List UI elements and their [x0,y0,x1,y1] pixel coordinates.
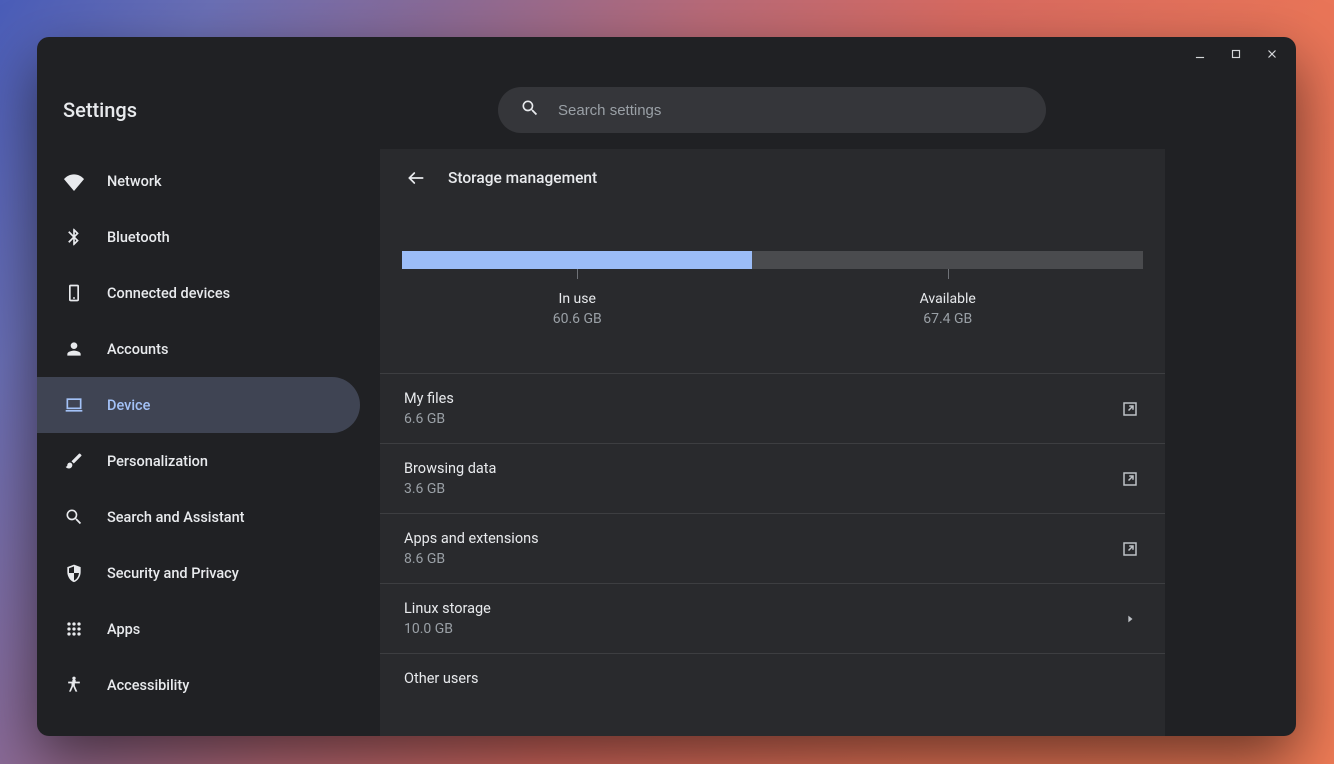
wifi-icon [63,170,85,192]
sidebar-item-label: Network [107,173,162,190]
laptop-icon [63,394,85,416]
stat-label: In use [402,291,752,307]
open-external-icon [1119,538,1141,560]
window-titlebar [37,37,1296,71]
app-header: Settings [37,71,1296,149]
open-external-icon [1119,468,1141,490]
storage-bar-axis [402,269,1143,291]
row-title: Linux storage [404,600,1119,617]
sidebar-item-accounts[interactable]: Accounts [37,321,360,377]
app-title: Settings [63,98,498,122]
settings-window: Settings Network Bluetooth Connected dev… [37,37,1296,736]
sidebar-item-label: Connected devices [107,285,230,302]
shield-icon [63,562,85,584]
stat-value: 60.6 GB [402,311,752,327]
sidebar-item-bluetooth[interactable]: Bluetooth [37,209,360,265]
page-title: Storage management [448,169,597,187]
chevron-right-icon [1119,608,1141,630]
row-value: 10.0 GB [404,621,1119,637]
row-other-users[interactable]: Other users [380,654,1165,707]
row-title: Apps and extensions [404,530,1119,547]
sidebar: Network Bluetooth Connected devices Acco… [37,149,380,736]
row-title: Other users [404,670,1141,687]
storage-bar [402,251,1143,269]
person-icon [63,338,85,360]
sidebar-item-label: Bluetooth [107,229,170,246]
row-value: 6.6 GB [404,411,1119,427]
bar-tick-available [948,269,949,279]
search-icon [520,98,540,122]
storage-summary: In use 60.6 GB Available 67.4 GB [380,207,1165,373]
sidebar-item-device[interactable]: Device [37,377,360,433]
phone-icon [63,282,85,304]
sidebar-item-label: Accessibility [107,677,189,694]
window-maximize-button[interactable] [1222,40,1250,68]
app-body: Network Bluetooth Connected devices Acco… [37,149,1296,736]
stat-value: 67.4 GB [752,311,1143,327]
row-browsing-data[interactable]: Browsing data 3.6 GB [380,444,1165,514]
search-input[interactable] [558,102,1024,119]
storage-categories: My files 6.6 GB Browsing data 3.6 GB [380,373,1165,707]
accessibility-icon [63,674,85,696]
row-value: 8.6 GB [404,551,1119,567]
row-title: My files [404,390,1119,407]
sidebar-item-label: Search and Assistant [107,509,245,526]
sidebar-item-personalization[interactable]: Personalization [37,433,360,489]
row-apps-extensions[interactable]: Apps and extensions 8.6 GB [380,514,1165,584]
bluetooth-icon [63,226,85,248]
sidebar-item-label: Apps [107,621,140,638]
sidebar-item-label: Device [107,397,150,414]
sidebar-item-apps[interactable]: Apps [37,601,360,657]
main-area: Storage management In use 60.6 GB [380,149,1296,736]
search-icon [63,506,85,528]
bar-tick-used [577,269,578,279]
sidebar-item-connected-devices[interactable]: Connected devices [37,265,360,321]
window-minimize-button[interactable] [1186,40,1214,68]
row-my-files[interactable]: My files 6.6 GB [380,374,1165,444]
sidebar-item-search-assistant[interactable]: Search and Assistant [37,489,360,545]
sidebar-item-label: Personalization [107,453,208,470]
stat-available: Available 67.4 GB [752,291,1143,327]
stat-label: Available [752,291,1143,307]
apps-icon [63,618,85,640]
open-external-icon [1119,398,1141,420]
storage-stats: In use 60.6 GB Available 67.4 GB [402,291,1143,327]
brush-icon [63,450,85,472]
stat-in-use: In use 60.6 GB [402,291,752,327]
row-value: 3.6 GB [404,481,1119,497]
back-button[interactable] [400,162,432,194]
panel-header: Storage management [380,149,1165,207]
row-title: Browsing data [404,460,1119,477]
row-linux-storage[interactable]: Linux storage 10.0 GB [380,584,1165,654]
storage-panel: Storage management In use 60.6 GB [380,149,1165,736]
sidebar-item-accessibility[interactable]: Accessibility [37,657,360,713]
sidebar-item-label: Security and Privacy [107,565,239,582]
window-close-button[interactable] [1258,40,1286,68]
storage-bar-used [402,251,752,269]
search-field[interactable] [498,87,1046,133]
sidebar-item-network[interactable]: Network [37,153,360,209]
sidebar-item-label: Accounts [107,341,168,358]
sidebar-item-security-privacy[interactable]: Security and Privacy [37,545,360,601]
